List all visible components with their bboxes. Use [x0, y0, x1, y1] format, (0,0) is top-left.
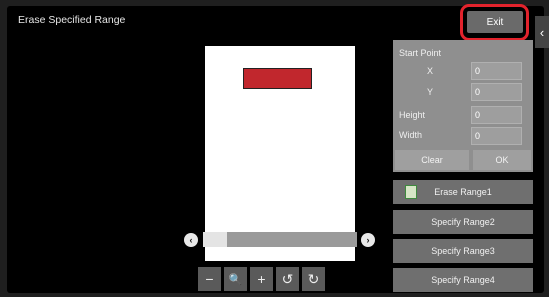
scroll-right-button[interactable]: ›: [361, 233, 375, 247]
scroll-left-button[interactable]: ‹: [184, 233, 198, 247]
y-field[interactable]: 0: [471, 83, 522, 101]
document-preview[interactable]: [205, 46, 355, 261]
height-field[interactable]: 0: [471, 106, 522, 124]
y-label: Y: [427, 87, 434, 97]
height-label: Height: [399, 110, 426, 120]
erase-range1-label: Erase Range1: [434, 187, 492, 197]
x-field[interactable]: 0: [471, 62, 522, 80]
width-field[interactable]: 0: [471, 127, 522, 145]
specify-range4-label: Specify Range4: [431, 275, 495, 285]
zoom-in-button[interactable]: +: [250, 267, 273, 291]
zoom-out-button[interactable]: −: [198, 267, 221, 291]
specify-range3-button[interactable]: Specify Range3: [393, 239, 533, 263]
scrollbar-thumb[interactable]: [203, 232, 227, 247]
page-title: Erase Specified Range: [18, 14, 126, 26]
rotate-left-button[interactable]: ↺: [276, 267, 299, 291]
rotate-right-button[interactable]: ↻: [302, 267, 325, 291]
exit-button[interactable]: Exit: [467, 11, 523, 33]
range-settings-panel: Start Point X 0 Y 0 Height 0 Width 0 Cle…: [393, 40, 533, 172]
specify-range2-button[interactable]: Specify Range2: [393, 210, 533, 234]
ok-button[interactable]: OK: [473, 150, 531, 170]
preview-toolbar: − 🔍 + ↺ ↻: [198, 267, 325, 291]
horizontal-scrollbar[interactable]: [203, 232, 357, 247]
specify-range4-button[interactable]: Specify Range4: [393, 268, 533, 292]
start-point-label: Start Point: [399, 48, 442, 58]
specify-range3-label: Specify Range3: [431, 246, 495, 256]
specify-range2-label: Specify Range2: [431, 217, 495, 227]
erase-range-marker[interactable]: [243, 68, 312, 89]
erase-range1-button[interactable]: Erase Range1: [393, 180, 533, 204]
x-label: X: [427, 66, 434, 76]
width-label: Width: [399, 130, 423, 140]
document-icon: [405, 185, 417, 199]
side-panel-toggle[interactable]: ‹: [535, 16, 549, 48]
clear-button[interactable]: Clear: [395, 150, 469, 170]
zoom-icon[interactable]: 🔍: [224, 267, 247, 291]
